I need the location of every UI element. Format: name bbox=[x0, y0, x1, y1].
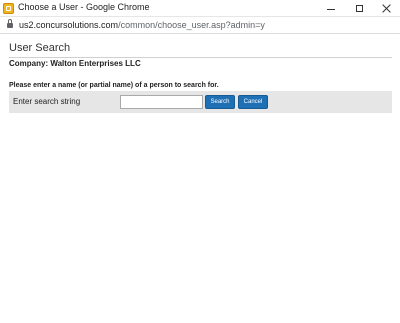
close-button[interactable] bbox=[372, 0, 400, 17]
title-divider bbox=[9, 57, 392, 58]
page-title: User Search bbox=[9, 42, 71, 54]
search-string-input[interactable] bbox=[120, 95, 203, 109]
close-icon bbox=[382, 4, 391, 13]
url-path: /common/choose_user.asp?admin=y bbox=[118, 20, 265, 30]
search-button[interactable]: Search bbox=[205, 95, 235, 109]
concur-app-icon bbox=[3, 3, 14, 14]
url-host: us2.concursolutions.com bbox=[19, 20, 119, 30]
minimize-button[interactable] bbox=[317, 0, 345, 17]
maximize-button[interactable] bbox=[345, 0, 373, 17]
window-title: Choose a User - Google Chrome bbox=[18, 2, 150, 12]
search-instructions: Please enter a name (or partial name) of… bbox=[9, 82, 219, 89]
url-text[interactable]: us2.concursolutions.com/common/choose_us… bbox=[19, 20, 265, 30]
address-bar[interactable]: us2.concursolutions.com/common/choose_us… bbox=[0, 17, 400, 34]
company-name: Company: Walton Enterprises LLC bbox=[9, 59, 141, 68]
minimize-icon bbox=[327, 8, 335, 10]
maximize-icon bbox=[355, 5, 363, 12]
cancel-button[interactable]: Cancel bbox=[238, 95, 268, 109]
search-string-label: Enter search string bbox=[13, 97, 81, 106]
title-bar: Choose a User - Google Chrome bbox=[0, 0, 400, 17]
lock-icon bbox=[7, 19, 13, 28]
browser-window: Choose a User - Google Chrome us2.concur… bbox=[0, 0, 400, 323]
search-form-row: Enter search string Search Cancel bbox=[9, 91, 392, 113]
